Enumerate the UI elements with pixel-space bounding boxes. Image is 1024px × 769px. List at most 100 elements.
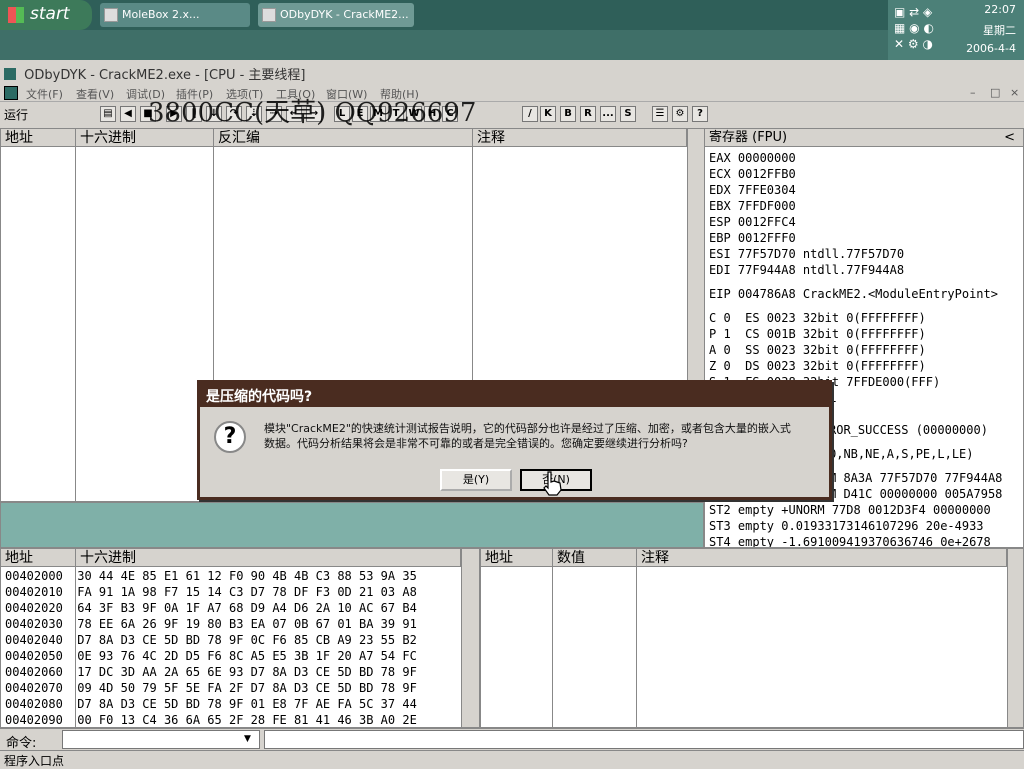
reg-esp[interactable]: ESP 0012FFC4	[709, 215, 796, 229]
close-button[interactable]: ×	[1010, 86, 1019, 99]
command-label: 命令:	[6, 736, 37, 751]
open-icon[interactable]: ▤	[100, 106, 116, 122]
fpu-st0: M 8A3A 77F57D70 77F944A8	[829, 471, 1003, 485]
col-header-hex[interactable]: 十六进制	[76, 129, 214, 147]
taskbar-item-ollydbg[interactable]: ODbyDYK - CrackME2...	[258, 3, 414, 27]
dump-row[interactable]: 00402040 D7 8A D3 CE 5D BD 78 9F 0C F6 8…	[5, 633, 417, 647]
help-icon[interactable]: ?	[692, 106, 708, 122]
toolbar-btn-s[interactable]: S	[620, 106, 636, 122]
collapse-icon[interactable]: <	[1004, 129, 1015, 147]
message-line: 数据。代码分析结果将会是非常不可靠的或者是完全错误的。您确定要继续进行分析吗?	[264, 437, 688, 450]
reg-ecx[interactable]: ECX 0012FFB0	[709, 167, 796, 181]
yes-button[interactable]: 是(Y)	[440, 469, 512, 491]
restart-icon[interactable]: ◀	[120, 106, 136, 122]
reg-eip[interactable]: EIP 004786A8 CrackME2.<ModuleEntryPoint>	[709, 287, 998, 301]
start-button[interactable]: start	[0, 0, 92, 30]
list-icon[interactable]: ☰	[652, 106, 668, 122]
divider	[552, 549, 553, 727]
registers-title: 寄存器 (FPU)	[709, 130, 788, 145]
stack-header-address[interactable]: 地址	[481, 549, 553, 567]
system-tray: ▣ ⇄ ◈ ▦ ◉ ◐ ✕ ⚙ ◑ 22:07 星期二 2006-4-4	[888, 0, 1024, 60]
menu-file[interactable]: 文件(F)	[26, 86, 63, 102]
task-label: MoleBox 2.x...	[122, 8, 200, 21]
dump-pane[interactable]: 地址 十六进制 00402000 30 44 4E 85 E1 61 12 F0…	[0, 548, 480, 728]
command-input[interactable]	[62, 730, 260, 749]
ollydbg-icon	[4, 68, 16, 80]
fpu-st1: M D41C 00000000 005A7958	[829, 487, 1003, 501]
task-label: ODbyDYK - CrackME2...	[280, 8, 409, 21]
stack-header-comment[interactable]: 注释	[637, 549, 1007, 567]
efl-flags: O,NB,NE,A,S,PE,L,LE)	[829, 447, 974, 461]
dump-row[interactable]: 00402060 17 DC 3D AA 2A 65 6E 93 D7 8A D…	[5, 665, 417, 679]
clock-day: 星期二	[983, 24, 1016, 37]
ollydbg-icon	[4, 86, 18, 100]
watermark: 3800CC(天草) QQ926697	[148, 98, 477, 128]
flag-row[interactable]: Z 0 DS 0023 32bit 0(FFFFFFFF)	[709, 359, 926, 373]
dump-row[interactable]: 00402020 64 3F B3 9F 0A 1F A7 68 D9 A4 D…	[5, 601, 417, 615]
app-icon	[104, 8, 118, 22]
dump-header-address[interactable]: 地址	[1, 549, 76, 567]
stack-scrollbar[interactable]	[1007, 549, 1023, 727]
message-line: 模块"CrackME2"的快速统计测试报告说明，它的代码部分也许是经过了压缩、加…	[264, 422, 791, 435]
taskbar-item-molebox[interactable]: MoleBox 2.x...	[100, 3, 250, 27]
toolbar-btn-dots[interactable]: ...	[600, 106, 616, 122]
start-label: start	[30, 4, 70, 24]
taskbar: start MoleBox 2.x... ODbyDYK - CrackME2.…	[0, 0, 1024, 30]
clock-time: 22:07	[984, 3, 1016, 16]
divider	[636, 549, 637, 727]
stack-header-value[interactable]: 数值	[553, 549, 637, 567]
dump-row[interactable]: 00402050 0E 93 76 4C 2D D5 F6 8C A5 E5 3…	[5, 649, 417, 663]
dialog-message: 模块"CrackME2"的快速统计测试报告说明，它的代码部分也许是经过了压缩、加…	[264, 421, 824, 451]
menu-view[interactable]: 查看(V)	[76, 86, 114, 102]
run-status: 运行	[4, 108, 29, 122]
window-title-bar: ODbyDYK - CrackME2.exe - [CPU - 主要线程]	[0, 60, 888, 84]
fpu-st3[interactable]: ST3 empty 0.01933173146107296 20e-4933	[709, 519, 984, 533]
dump-scrollbar[interactable]	[461, 549, 479, 727]
packed-code-dialog: 是压缩的代码吗? ? 模块"CrackME2"的快速统计测试报告说明，它的代码部…	[197, 380, 832, 500]
reg-esi[interactable]: ESI 77F57D70 ntdll.77F57D70	[709, 247, 904, 261]
col-header-disasm[interactable]: 反汇编	[214, 129, 473, 147]
stack-pane[interactable]: 地址 数值 注释	[480, 548, 1024, 728]
dump-row[interactable]: 00402030 78 EE 6A 26 9F 19 80 B3 EA 07 0…	[5, 617, 417, 631]
fpu-st4[interactable]: ST4 empty -1.691009419370636746 0e+2678	[709, 535, 991, 547]
hand-cursor-icon	[543, 471, 562, 496]
status-bar: 程序入口点	[0, 750, 1024, 768]
col-header-comment[interactable]: 注释	[473, 129, 687, 147]
fpu-st2[interactable]: ST2 empty +UNORM 77D8 0012D3F4 00000000	[709, 503, 991, 517]
command-bar: 命令: ▼	[0, 728, 1024, 751]
reg-eax[interactable]: EAX 00000000	[709, 151, 796, 165]
dump-row[interactable]: 00402070 09 4D 50 79 5F 5E FA 2F D7 8A D…	[5, 681, 417, 695]
minimize-button[interactable]: –	[970, 86, 976, 99]
flag-row[interactable]: C 0 ES 0023 32bit 0(FFFFFFFF)	[709, 311, 926, 325]
dump-header-hex[interactable]: 十六进制	[76, 549, 461, 567]
dump-row[interactable]: 00402090 00 F0 13 C4 36 6A 65 2F 28 FE 8…	[5, 713, 417, 727]
divider	[75, 129, 76, 501]
toolbar-btn-b[interactable]: B	[560, 106, 576, 122]
dump-row[interactable]: 00402000 30 44 4E 85 E1 61 12 F0 90 4B 4…	[5, 569, 417, 583]
dialog-title: 是压缩的代码吗?	[200, 383, 829, 407]
command-output	[264, 730, 1024, 749]
dump-row[interactable]: 00402080 D7 8A D3 CE 5D BD 78 9F 01 E8 7…	[5, 697, 417, 711]
desktop-band	[0, 30, 888, 60]
info-pane	[0, 502, 704, 548]
windows-logo-icon	[8, 7, 24, 23]
clock-date: 2006-4-4	[966, 42, 1016, 55]
window-title: ODbyDYK - CrackME2.exe - [CPU - 主要线程]	[24, 68, 306, 83]
tray-icons[interactable]: ▣ ⇄ ◈ ▦ ◉ ◐ ✕ ⚙ ◑	[894, 4, 954, 54]
last-error: ROR_SUCCESS (00000000)	[829, 423, 988, 437]
reg-ebx[interactable]: EBX 7FFDF000	[709, 199, 796, 213]
toolbar-btn-k[interactable]: K	[540, 106, 556, 122]
registers-header: 寄存器 (FPU) <	[705, 129, 1023, 147]
options-icon[interactable]: ⚙	[672, 106, 688, 122]
reg-edi[interactable]: EDI 77F944A8 ntdll.77F944A8	[709, 263, 904, 277]
col-header-address[interactable]: 地址	[1, 129, 76, 147]
toolbar-btn-r[interactable]: R	[580, 106, 596, 122]
flag-row[interactable]: P 1 CS 001B 32bit 0(FFFFFFFF)	[709, 327, 926, 341]
chevron-down-icon[interactable]: ▼	[244, 734, 251, 744]
dump-row[interactable]: 00402010 FA 91 1A 98 F7 15 14 C3 D7 78 D…	[5, 585, 417, 599]
maximize-button[interactable]: □	[990, 86, 1000, 99]
flag-row[interactable]: A 0 SS 0023 32bit 0(FFFFFFFF)	[709, 343, 926, 357]
reg-ebp[interactable]: EBP 0012FFF0	[709, 231, 796, 245]
reg-edx[interactable]: EDX 7FFE0304	[709, 183, 796, 197]
toolbar-btn-slash[interactable]: /	[522, 106, 538, 122]
